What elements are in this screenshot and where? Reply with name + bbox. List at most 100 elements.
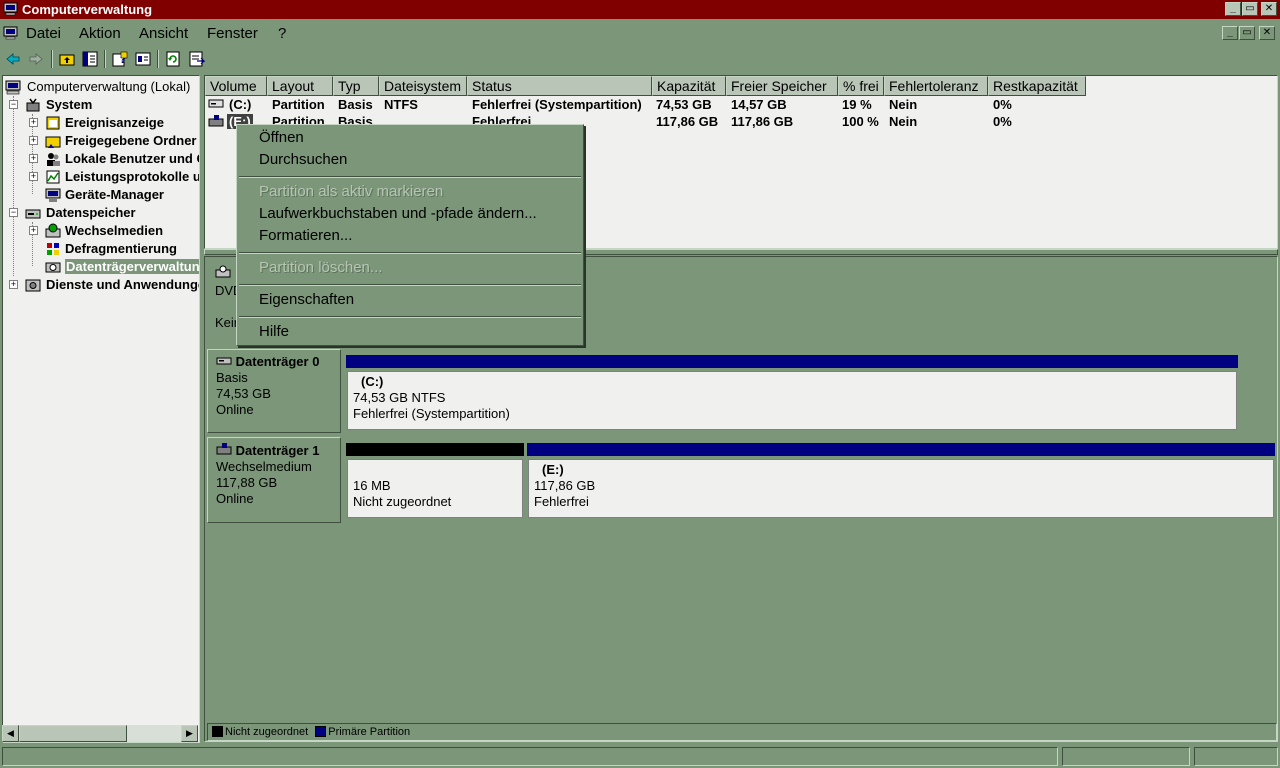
menu-item-partition-loeschen: Partition löschen... — [259, 259, 383, 276]
cell-volume: (C:) — [229, 97, 252, 112]
volume-e-letter: (E:) — [542, 462, 564, 477]
volume-e-size: 117,86 GB — [534, 478, 596, 493]
menu-help[interactable]: ? — [278, 25, 286, 42]
tree-label-ereignisanzeige: Ereignisanzeige — [65, 115, 164, 130]
disk0-info[interactable]: Datenträger 0 Basis 74,53 GB Online — [207, 349, 341, 433]
menu-item-eigenschaften[interactable]: Eigenschaften — [259, 290, 354, 310]
menu-separator — [239, 176, 581, 178]
unallocated-status: Nicht zugeordnet — [353, 494, 452, 509]
volume-e-box[interactable]: (E:) 117,86 GB Fehlerfrei — [528, 459, 1274, 518]
computer-icon[interactable] — [3, 26, 18, 40]
unallocated-bar — [346, 443, 524, 456]
column-header-typ[interactable]: Typ — [333, 76, 379, 96]
maximize-button[interactable]: ▭ — [1242, 2, 1258, 16]
removable-disk-icon — [216, 443, 232, 455]
menu-ansicht[interactable]: Ansicht — [139, 25, 188, 42]
expand-icon[interactable]: + — [29, 172, 38, 181]
disk1-info[interactable]: Datenträger 1 Wechselmedium 117,88 GB On… — [207, 437, 341, 523]
help-icon[interactable]: ? — [111, 50, 129, 68]
disk-management-icon — [45, 262, 61, 273]
disk0-name: Datenträger 0 — [235, 354, 320, 369]
menu-item-formatieren[interactable]: Formatieren... — [259, 226, 352, 246]
disk0-status: Online — [216, 402, 254, 417]
tree-label-defrag: Defragmentierung — [65, 241, 177, 256]
disk1-size: 117,88 GB — [216, 475, 278, 490]
disk1-partition-e[interactable]: (E:) 117,86 GB Fehlerfrei — [525, 441, 1277, 521]
computer-icon — [5, 80, 21, 95]
removable-drive-icon — [208, 115, 224, 127]
menu-item-laufwerkbuchstaben[interactable]: Laufwerkbuchstaben und -pfade ändern... — [259, 204, 537, 224]
menu-item-hilfe[interactable]: Hilfe — [259, 322, 289, 342]
column-header-volume[interactable]: Volume — [205, 76, 267, 96]
menu-aktion[interactable]: Aktion — [79, 25, 121, 42]
tools-icon — [26, 98, 40, 112]
properties-icon[interactable] — [134, 50, 152, 68]
mdi-minimize-button[interactable]: _ — [1222, 26, 1238, 40]
mdi-close-button[interactable]: ✕ — [1259, 26, 1275, 40]
tree-horizontal-scrollbar[interactable]: ◀ ▶ — [2, 725, 198, 742]
collapse-icon[interactable]: − — [9, 208, 18, 217]
refresh-icon[interactable] — [164, 50, 182, 68]
column-header-fehlertoleranz[interactable]: Fehlertoleranz — [884, 76, 988, 96]
volume-c-box[interactable]: (C:) 74,53 GB NTFS Fehlerfrei (Systempar… — [347, 371, 1237, 430]
scroll-thumb[interactable] — [19, 725, 127, 742]
scroll-left-icon[interactable]: ◀ — [2, 725, 19, 742]
disk1-unallocated[interactable]: 16 MB Nicht zugeordnet — [344, 441, 526, 521]
expand-icon[interactable]: + — [9, 280, 18, 289]
show-tree-icon[interactable] — [81, 50, 99, 68]
toolbar: ? — [0, 47, 1280, 71]
forward-icon[interactable] — [27, 50, 45, 68]
expand-icon[interactable]: + — [29, 226, 38, 235]
menu-fenster[interactable]: Fenster — [207, 25, 258, 42]
menu-item-durchsuchen[interactable]: Durchsuchen — [259, 150, 347, 170]
disk0-type: Basis — [216, 370, 248, 385]
performance-icon — [46, 170, 60, 184]
scroll-right-icon[interactable]: ▶ — [181, 725, 198, 742]
unallocated-box[interactable]: 16 MB Nicht zugeordnet — [347, 459, 523, 518]
cell-typ: Basis — [338, 97, 373, 112]
tree-label-root: Computerverwaltung (Lokal) — [27, 79, 191, 94]
cell-prozent-frei: 19 % — [842, 97, 872, 112]
back-icon[interactable] — [4, 50, 22, 68]
export-icon[interactable] — [188, 50, 206, 68]
column-header-dateisystem[interactable]: Dateisystem — [379, 76, 467, 96]
minimize-button[interactable]: _ — [1225, 2, 1241, 16]
event-viewer-icon — [46, 116, 60, 130]
menu-datei[interactable]: Datei — [26, 25, 61, 42]
legend: Nicht zugeordnet Primäre Partition — [207, 723, 1277, 741]
drive-icon — [208, 99, 224, 108]
cell-prozent-frei: 100 % — [842, 114, 879, 129]
dvd-drive-icon — [215, 265, 231, 278]
context-menu[interactable]: Öffnen Durchsuchen Partition als aktiv m… — [236, 124, 584, 346]
volume-c-letter: (C:) — [361, 374, 384, 389]
column-header-restkapazitaet[interactable]: Restkapazität — [988, 76, 1086, 96]
cell-dateisystem: NTFS — [384, 97, 418, 112]
expand-icon[interactable]: + — [29, 136, 38, 145]
column-header-prozent-frei[interactable]: % frei — [838, 76, 884, 96]
status-panel-main — [2, 747, 1058, 766]
column-header-kapazitaet[interactable]: Kapazität — [652, 76, 726, 96]
storage-icon — [25, 209, 41, 219]
cell-status: Fehlerfrei (Systempartition) — [472, 97, 642, 112]
console-tree[interactable]: Computerverwaltung (Lokal) − System + Er… — [2, 75, 200, 743]
menu-bar: Datei Aktion Ansicht Fenster ? _ ▭ ✕ — [0, 22, 1280, 45]
collapse-icon[interactable]: − — [9, 100, 18, 109]
mdi-restore-button[interactable]: ▭ — [1239, 26, 1255, 40]
legend-primary: Primäre Partition — [328, 726, 411, 738]
expand-icon[interactable]: + — [29, 118, 38, 127]
tree-label-geraete: Geräte-Manager — [65, 187, 164, 202]
column-header-freier-speicher[interactable]: Freier Speicher — [726, 76, 838, 96]
close-button[interactable]: ✕ — [1261, 2, 1277, 16]
cell-restkapazitaet: 0% — [993, 97, 1012, 112]
expand-icon[interactable]: + — [29, 154, 38, 163]
cell-fehlertoleranz: Nein — [889, 114, 918, 129]
disk0-partition-c[interactable]: (C:) 74,53 GB NTFS Fehlerfrei (Systempar… — [344, 353, 1240, 433]
up-folder-icon[interactable] — [58, 50, 76, 68]
column-header-status[interactable]: Status — [467, 76, 652, 96]
tree-label-datentraeger: Datenträgerverwaltung — [65, 259, 199, 274]
tree-label-freigaben: Freigegebene Ordner — [65, 133, 197, 148]
toolbar-separator — [157, 50, 159, 68]
tree-label-dienste: Dienste und Anwendungen — [46, 277, 200, 292]
column-header-layout[interactable]: Layout — [267, 76, 333, 96]
menu-item-oeffnen[interactable]: Öffnen — [259, 128, 304, 148]
